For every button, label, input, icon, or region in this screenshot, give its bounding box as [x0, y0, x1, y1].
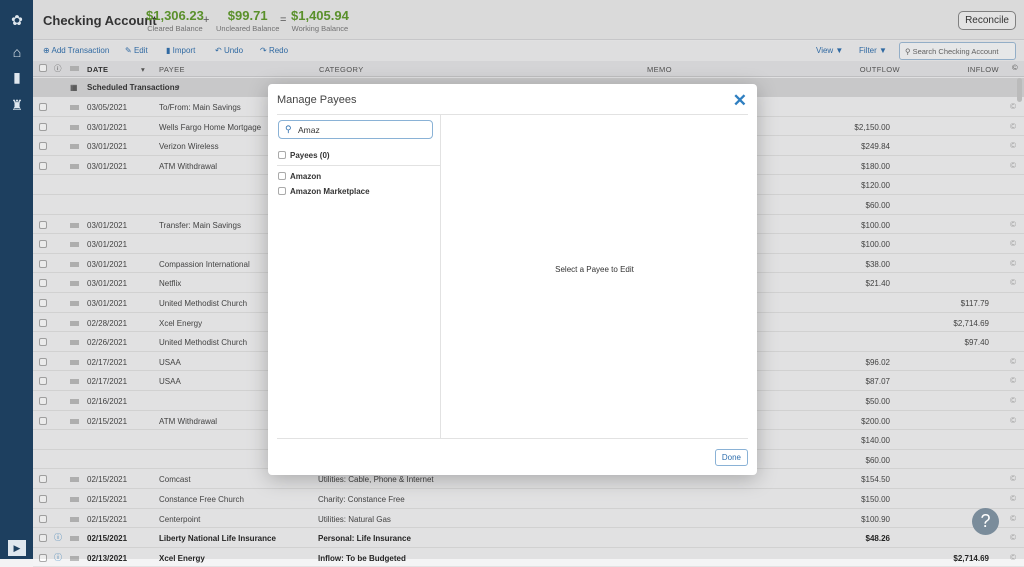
bank-icon[interactable]: ⌂ [8, 44, 26, 60]
payee-search-input[interactable]: ⚲ Amaz [278, 120, 433, 139]
all-payees-label: Payees (0) [290, 151, 330, 160]
payee-item[interactable]: Amazon [278, 172, 321, 181]
payee-search-value: Amaz [298, 125, 320, 135]
checkbox[interactable] [278, 187, 286, 195]
payee-list-panel: ⚲ Amaz Payees (0) Amazon Amazon Marketpla… [277, 115, 441, 438]
institution-icon[interactable]: ♜ [8, 97, 26, 113]
modal-title: Manage Payees [277, 94, 357, 106]
collapse-icon[interactable]: ▶ [8, 540, 26, 556]
close-icon[interactable]: ✕ [733, 91, 747, 111]
tree-logo-icon[interactable]: ✿ [8, 12, 26, 28]
manage-payees-modal: Manage Payees ✕ ⚲ Amaz Payees (0) Amazon … [268, 84, 757, 475]
sidebar: ✿ ⌂ ▮ ♜ ▶ [0, 0, 33, 559]
payee-label: Amazon [290, 172, 322, 181]
search-icon: ⚲ [285, 124, 292, 134]
help-button[interactable]: ? [972, 508, 999, 535]
empty-state-text: Select a Payee to Edit [555, 265, 634, 274]
reports-icon[interactable]: ▮ [8, 69, 26, 85]
scrollbar[interactable] [1017, 78, 1022, 102]
divider [277, 165, 440, 166]
all-payees-checkbox[interactable]: Payees (0) [278, 151, 330, 160]
checkbox[interactable] [278, 151, 286, 159]
payee-label: Amazon Marketplace [290, 187, 370, 196]
payee-item[interactable]: Amazon Marketplace [278, 187, 370, 196]
checkbox[interactable] [278, 172, 286, 180]
done-button[interactable]: Done [714, 449, 748, 466]
